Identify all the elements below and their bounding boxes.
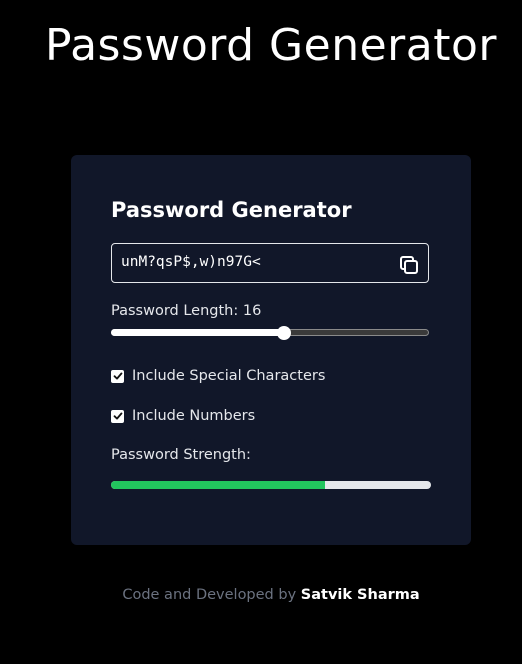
footer-author-name: Satvik Sharma <box>300 587 420 603</box>
check-icon <box>113 412 122 420</box>
check-icon <box>113 372 122 380</box>
password-strength-label: Password Strength: <box>111 447 251 463</box>
password-length-label: Password Length: 16 <box>111 303 262 319</box>
password-strength-bar <box>111 481 431 489</box>
generator-card: Password Generator unM?qsP$,w)n97G< Pass… <box>71 155 471 545</box>
special-characters-label[interactable]: Include Special Characters <box>132 368 325 384</box>
password-strength-fill <box>111 481 326 489</box>
password-field[interactable]: unM?qsP$,w)n97G< <box>111 243 429 283</box>
footer: Code and Developed by Satvik Sharma <box>0 587 522 603</box>
password-output[interactable]: unM?qsP$,w)n97G< <box>121 254 261 270</box>
copy-icon[interactable] <box>397 253 421 277</box>
slider-thumb[interactable] <box>277 325 292 340</box>
option-special-characters[interactable]: Include Special Characters <box>111 367 325 385</box>
footer-credit-text: Code and Developed by <box>122 587 301 603</box>
numbers-checkbox[interactable] <box>111 409 124 423</box>
slider-fill <box>111 329 285 336</box>
numbers-label[interactable]: Include Numbers <box>132 408 255 424</box>
special-characters-checkbox[interactable] <box>111 369 124 383</box>
page: Password Generator Password Generator un… <box>0 0 522 664</box>
page-title: Password Generator <box>45 20 497 71</box>
card-title: Password Generator <box>111 198 352 222</box>
option-numbers[interactable]: Include Numbers <box>111 407 255 425</box>
password-length-slider[interactable] <box>111 325 431 340</box>
